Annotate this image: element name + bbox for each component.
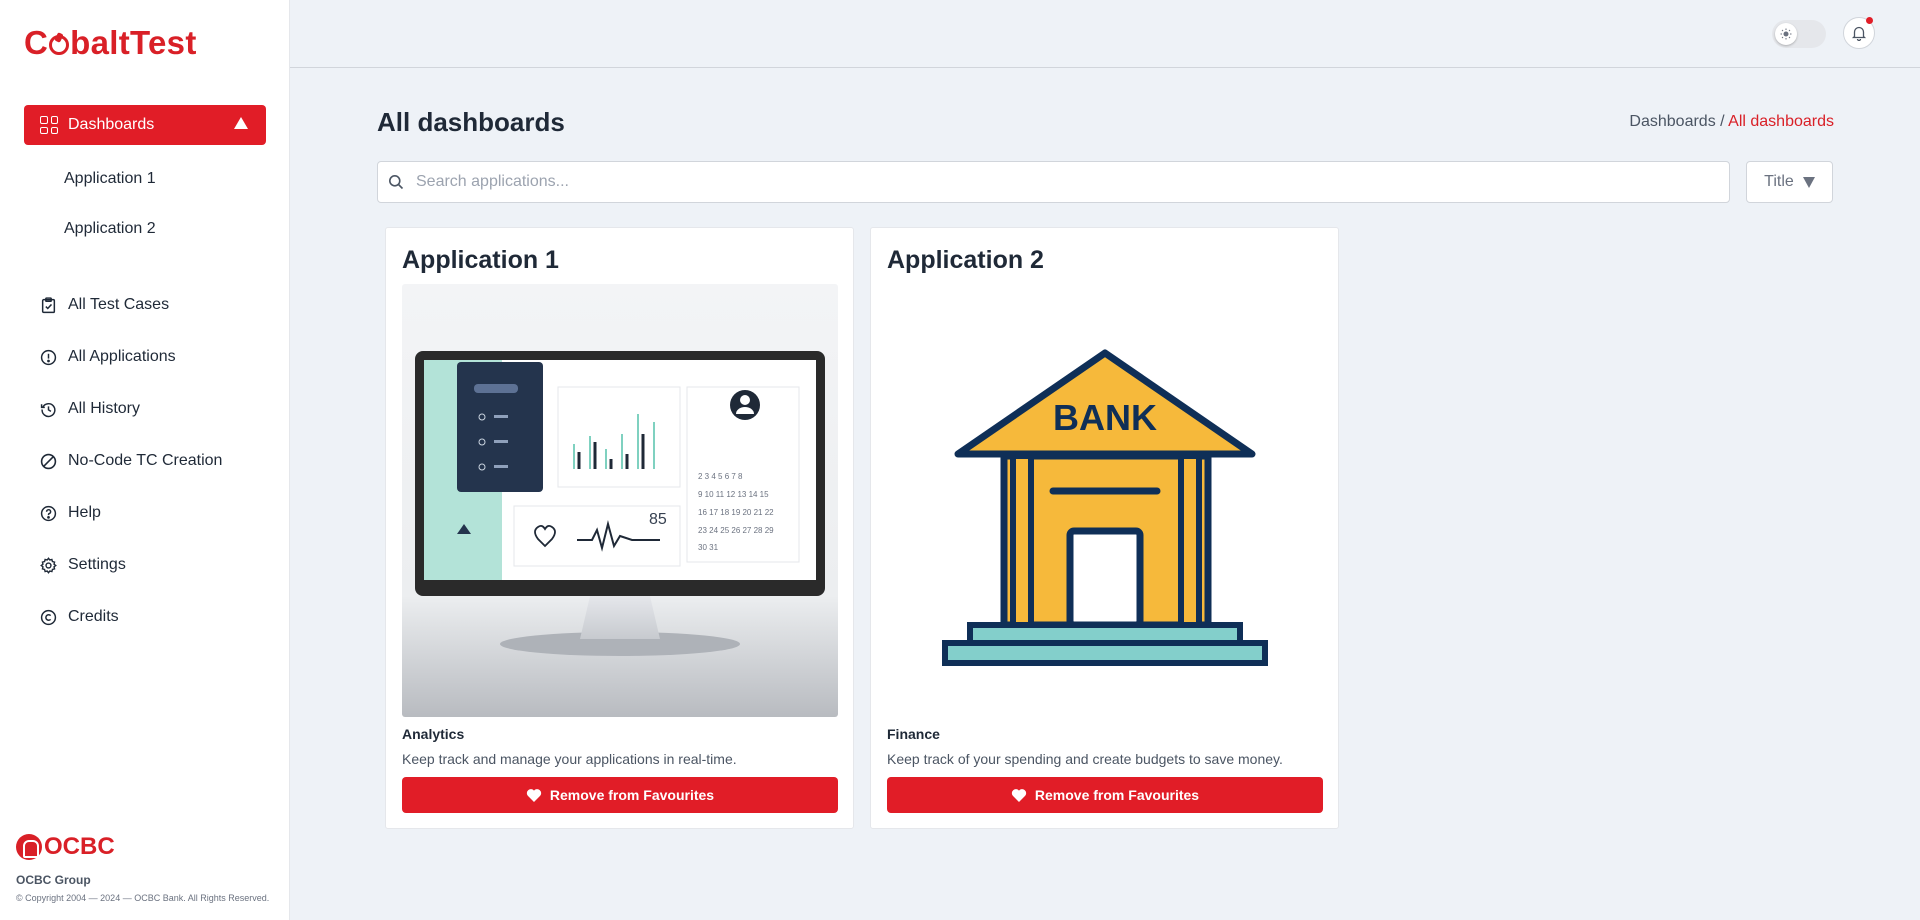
remove-from-favourites-button[interactable]: Remove from Favourites bbox=[402, 777, 838, 813]
svg-text:30 31: 30 31 bbox=[698, 543, 719, 552]
sidebar-item-label: All Test Cases bbox=[68, 296, 170, 313]
clipboard-check-icon bbox=[40, 296, 57, 314]
sidebar-item-label: Credits bbox=[68, 608, 119, 625]
page-title: All dashboards bbox=[377, 107, 565, 137]
button-label: Remove from Favourites bbox=[1034, 787, 1200, 803]
card-description: Keep track and manage your applications … bbox=[402, 751, 737, 767]
sidebar-item-all-applications[interactable]: All Applications bbox=[40, 345, 176, 369]
help-circle-icon bbox=[40, 505, 57, 522]
search-bar bbox=[377, 161, 1730, 203]
sun-icon bbox=[1775, 23, 1797, 45]
app-logo[interactable]: CbaltTest bbox=[24, 24, 197, 62]
gear-icon bbox=[40, 556, 57, 574]
chevron-down-icon bbox=[1802, 176, 1815, 188]
search-input[interactable] bbox=[416, 173, 1696, 191]
svg-text:85: 85 bbox=[649, 511, 667, 528]
sidebar-item-label: Settings bbox=[68, 556, 126, 573]
svg-text:9 10 11 12 13 14 15: 9 10 11 12 13 14 15 bbox=[698, 490, 769, 499]
grid-icon bbox=[40, 116, 58, 134]
svg-text:2 3 4 5 6 7 8: 2 3 4 5 6 7 8 bbox=[698, 472, 743, 481]
sidebar-item-label: Dashboards bbox=[68, 116, 155, 133]
sidebar-item-all-history[interactable]: All History bbox=[40, 397, 140, 421]
breadcrumb-current: All dashboards bbox=[1728, 113, 1834, 130]
sidebar-item-all-test-cases[interactable]: All Test Cases bbox=[40, 293, 169, 317]
breadcrumb: Dashboards / All dashboards bbox=[1629, 113, 1834, 131]
sort-label: Title bbox=[1764, 173, 1794, 190]
sidebar-item-no-code-tc-creation[interactable]: No-Code TC Creation bbox=[40, 449, 222, 473]
sidebar-item-help[interactable]: Help bbox=[40, 501, 101, 525]
breadcrumb-dashboards[interactable]: Dashboards / bbox=[1629, 113, 1724, 130]
card-title: Application 1 bbox=[402, 246, 559, 274]
bank-building-image: BANK bbox=[887, 284, 1323, 717]
info-circle-icon bbox=[40, 349, 57, 366]
remove-from-favourites-button[interactable]: Remove from Favourites bbox=[887, 777, 1323, 813]
card-category: Analytics bbox=[402, 726, 465, 742]
sidebar-subitem-application-1[interactable]: Application 1 bbox=[64, 170, 156, 188]
svg-text:23 24 25 26 27 28 29: 23 24 25 26 27 28 29 bbox=[698, 526, 774, 535]
logo-o-mark bbox=[49, 35, 70, 55]
history-icon bbox=[40, 401, 57, 418]
bank-image-label: BANK bbox=[1053, 397, 1157, 438]
heart-icon bbox=[1011, 788, 1027, 802]
sidebar-item-dashboards[interactable]: Dashboards bbox=[24, 105, 266, 145]
logo-text-end: baltTest bbox=[70, 24, 197, 61]
sidebar: CbaltTest Dashboards Application 1 Appli… bbox=[0, 0, 290, 920]
notification-dot bbox=[1866, 17, 1873, 24]
card-title: Application 2 bbox=[887, 246, 1044, 274]
svg-text:16 17 18 19 20 21 22: 16 17 18 19 20 21 22 bbox=[698, 508, 774, 517]
sidebar-item-label: No-Code TC Creation bbox=[68, 452, 223, 469]
notifications-button[interactable] bbox=[1843, 17, 1875, 49]
copyright-icon bbox=[40, 609, 57, 626]
sidebar-item-settings[interactable]: Settings bbox=[40, 553, 126, 577]
sidebar-item-label: All Applications bbox=[68, 348, 176, 365]
bell-icon bbox=[1851, 26, 1867, 41]
footer-group-name: OCBC Group bbox=[16, 873, 91, 887]
sidebar-item-label: Help bbox=[68, 504, 101, 521]
theme-toggle[interactable] bbox=[1772, 20, 1826, 48]
search-icon bbox=[389, 175, 404, 190]
ocbc-brand-text: OCBC bbox=[44, 833, 115, 860]
sidebar-item-label: All History bbox=[68, 400, 141, 417]
application-card[interactable]: Application 2 BANK Finance Keep track of… bbox=[870, 227, 1339, 829]
application-card[interactable]: Application 1 2 3 4 5 6 7 8 9 10 11 12 1… bbox=[385, 227, 854, 829]
ocbc-logo: OCBC bbox=[16, 833, 115, 861]
card-category: Finance bbox=[887, 726, 940, 742]
ocbc-lion-icon bbox=[16, 834, 42, 860]
sidebar-item-credits[interactable]: Credits bbox=[40, 605, 119, 629]
sort-dropdown[interactable]: Title bbox=[1746, 161, 1833, 203]
ban-icon bbox=[40, 453, 57, 470]
monitor-dashboard-image: 2 3 4 5 6 7 8 9 10 11 12 13 14 15 16 17 … bbox=[402, 284, 838, 717]
caret-up-icon[interactable] bbox=[234, 117, 248, 129]
heart-icon bbox=[526, 788, 542, 802]
button-label: Remove from Favourites bbox=[549, 787, 715, 803]
card-description: Keep track of your spending and create b… bbox=[887, 751, 1283, 767]
sidebar-subitem-application-2[interactable]: Application 2 bbox=[64, 220, 156, 238]
top-bar bbox=[290, 0, 1920, 68]
footer-copyright: © Copyright 2004 — 2024 — OCBC Bank. All… bbox=[16, 893, 270, 903]
logo-text-start: C bbox=[24, 24, 49, 61]
